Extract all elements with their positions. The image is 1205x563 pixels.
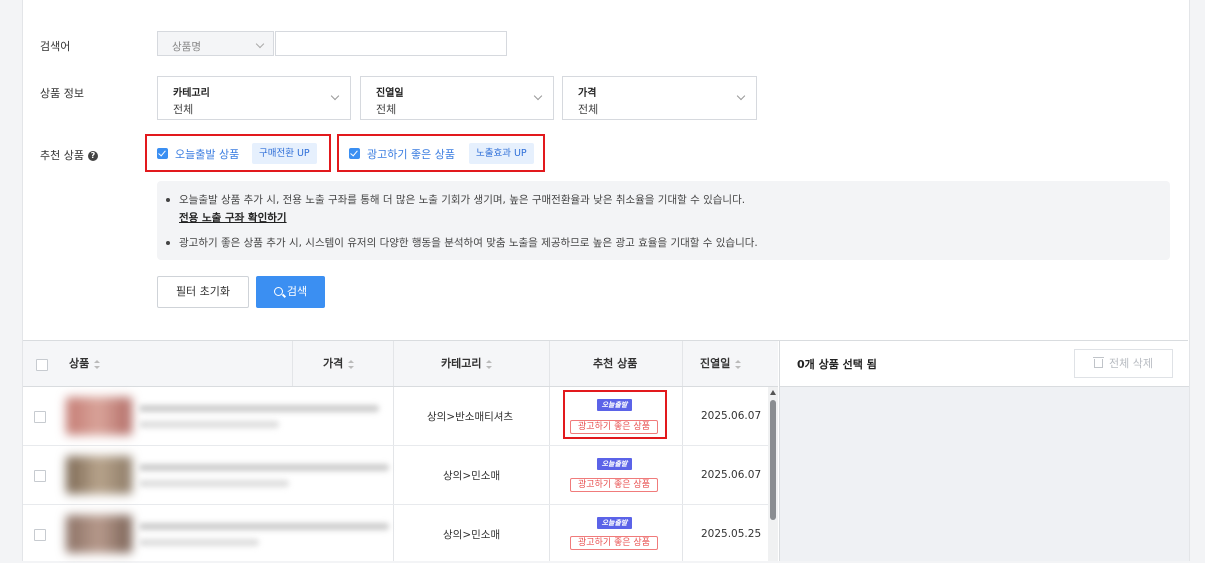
ad-friendly-checkbox[interactable]: [349, 148, 360, 159]
dropdown-value: 전체: [173, 103, 194, 116]
today-ship-badge: 오늘출발: [597, 458, 632, 470]
row-date: 2025.06.07: [701, 469, 762, 481]
table-header: 상품 가격 카테고리 추천 상품 진열일: [23, 341, 778, 387]
today-ship-label[interactable]: 오늘출발 상품: [175, 146, 239, 162]
dropdown-value: 전체: [376, 103, 397, 116]
ad-friendly-badge: 광고하기 좋은 상품: [570, 478, 658, 492]
exposure-up-tag: 노출효과 UP: [469, 143, 534, 164]
exposure-slot-link[interactable]: 전용 노출 구좌 확인하기: [179, 210, 287, 225]
header-product-label: 상품: [69, 357, 90, 370]
product-thumbnail: [66, 456, 132, 494]
select-all-checkbox[interactable]: [36, 359, 48, 371]
ad-friendly-label[interactable]: 광고하기 좋은 상품: [367, 146, 455, 162]
header-price-label: 가격: [323, 357, 344, 370]
help-icon[interactable]: ?: [87, 151, 98, 161]
dropdown-title: 카테고리: [173, 88, 210, 99]
sort-icon: [486, 359, 493, 369]
product-sub-redacted: [139, 539, 259, 546]
header-category[interactable]: 카테고리: [441, 341, 493, 386]
selected-count: 0개 상품 선택 됨: [797, 358, 877, 371]
trash-icon: [1093, 357, 1104, 368]
divider: [393, 341, 394, 386]
divider: [549, 341, 550, 386]
today-ship-badge: 오늘출발: [597, 517, 632, 529]
category-dropdown[interactable]: 카테고리 전체: [157, 76, 351, 120]
product-thumbnail: [66, 515, 132, 553]
product-info-label: 상품 정보: [40, 87, 84, 100]
product-name-redacted: [139, 405, 379, 412]
header-date-label: 진열일: [700, 357, 731, 370]
row-date: 2025.06.07: [701, 410, 762, 422]
header-display-date[interactable]: 진열일: [700, 341, 742, 386]
delete-all-button[interactable]: 전체 삭제: [1074, 349, 1173, 378]
sort-icon: [348, 359, 355, 369]
header-category-label: 카테고리: [441, 357, 482, 370]
delete-all-label: 전체 삭제: [1109, 357, 1153, 370]
table-row: 상의>민소매 2025.05.25: [23, 505, 768, 563]
dropdown-title: 가격: [578, 88, 597, 99]
scrollbar-thumb[interactable]: [770, 400, 776, 520]
display-date-dropdown[interactable]: 진열일 전체: [360, 76, 554, 120]
row-checkbox[interactable]: [34, 411, 46, 423]
header-price[interactable]: 가격: [323, 341, 355, 386]
product-sub-redacted: [139, 421, 279, 428]
search-button-label: 검색: [286, 285, 308, 298]
chevron-down-icon: [255, 39, 265, 49]
keyword-type-value: 상품명: [172, 41, 201, 53]
info-line-today-ship: 오늘출발 상품 추가 시, 전용 노출 구좌를 통해 더 많은 노출 기회가 생…: [165, 194, 746, 206]
header-product[interactable]: 상품: [69, 341, 101, 386]
scroll-up-arrow-icon[interactable]: [770, 390, 776, 395]
divider: [682, 341, 683, 386]
info-line-ad-friendly: 광고하기 좋은 상품 추가 시, 시스템이 유저의 다양한 행동을 분석하여 맞…: [166, 237, 758, 249]
product-name-redacted: [139, 464, 389, 471]
header-recommend: 추천 상품: [593, 357, 638, 370]
row-checkbox[interactable]: [34, 529, 46, 541]
price-dropdown[interactable]: 가격 전체: [562, 76, 757, 120]
row-category: 상의>민소매: [443, 470, 501, 482]
selection-pane-body: [779, 387, 1189, 561]
product-sub-redacted: [139, 480, 289, 487]
highlight-box: [563, 390, 667, 439]
dropdown-value: 전체: [578, 103, 599, 116]
table-row: 상의>민소매 2025.06.07: [23, 446, 768, 505]
row-category: 상의>반소매티셔츠: [427, 411, 514, 423]
recommend-label: 추천 상품?: [40, 147, 98, 163]
reset-filter-button[interactable]: 필터 초기화: [157, 276, 249, 308]
search-icon: [273, 287, 283, 296]
divider: [292, 341, 293, 386]
today-ship-checkbox[interactable]: [157, 148, 168, 159]
keyword-label: 검색어: [40, 40, 71, 53]
conversion-up-tag: 구매전환 UP: [252, 143, 317, 164]
keyword-input[interactable]: [275, 31, 507, 56]
sort-icon: [94, 359, 101, 369]
keyword-type-select[interactable]: 상품명: [157, 31, 274, 56]
search-button[interactable]: 검색: [256, 276, 325, 308]
dropdown-title: 진열일: [376, 88, 404, 99]
recommend-label-text: 추천 상품: [40, 149, 84, 162]
row-category: 상의>민소매: [443, 529, 501, 541]
row-date: 2025.05.25: [701, 528, 762, 540]
product-name-redacted: [139, 523, 389, 530]
ad-friendly-badge: 광고하기 좋은 상품: [570, 536, 658, 550]
sort-icon: [735, 359, 742, 369]
row-checkbox[interactable]: [34, 470, 46, 482]
info-box: 오늘출발 상품 추가 시, 전용 노출 구좌를 통해 더 많은 노출 기회가 생…: [157, 181, 1170, 260]
product-thumbnail: [66, 397, 132, 435]
